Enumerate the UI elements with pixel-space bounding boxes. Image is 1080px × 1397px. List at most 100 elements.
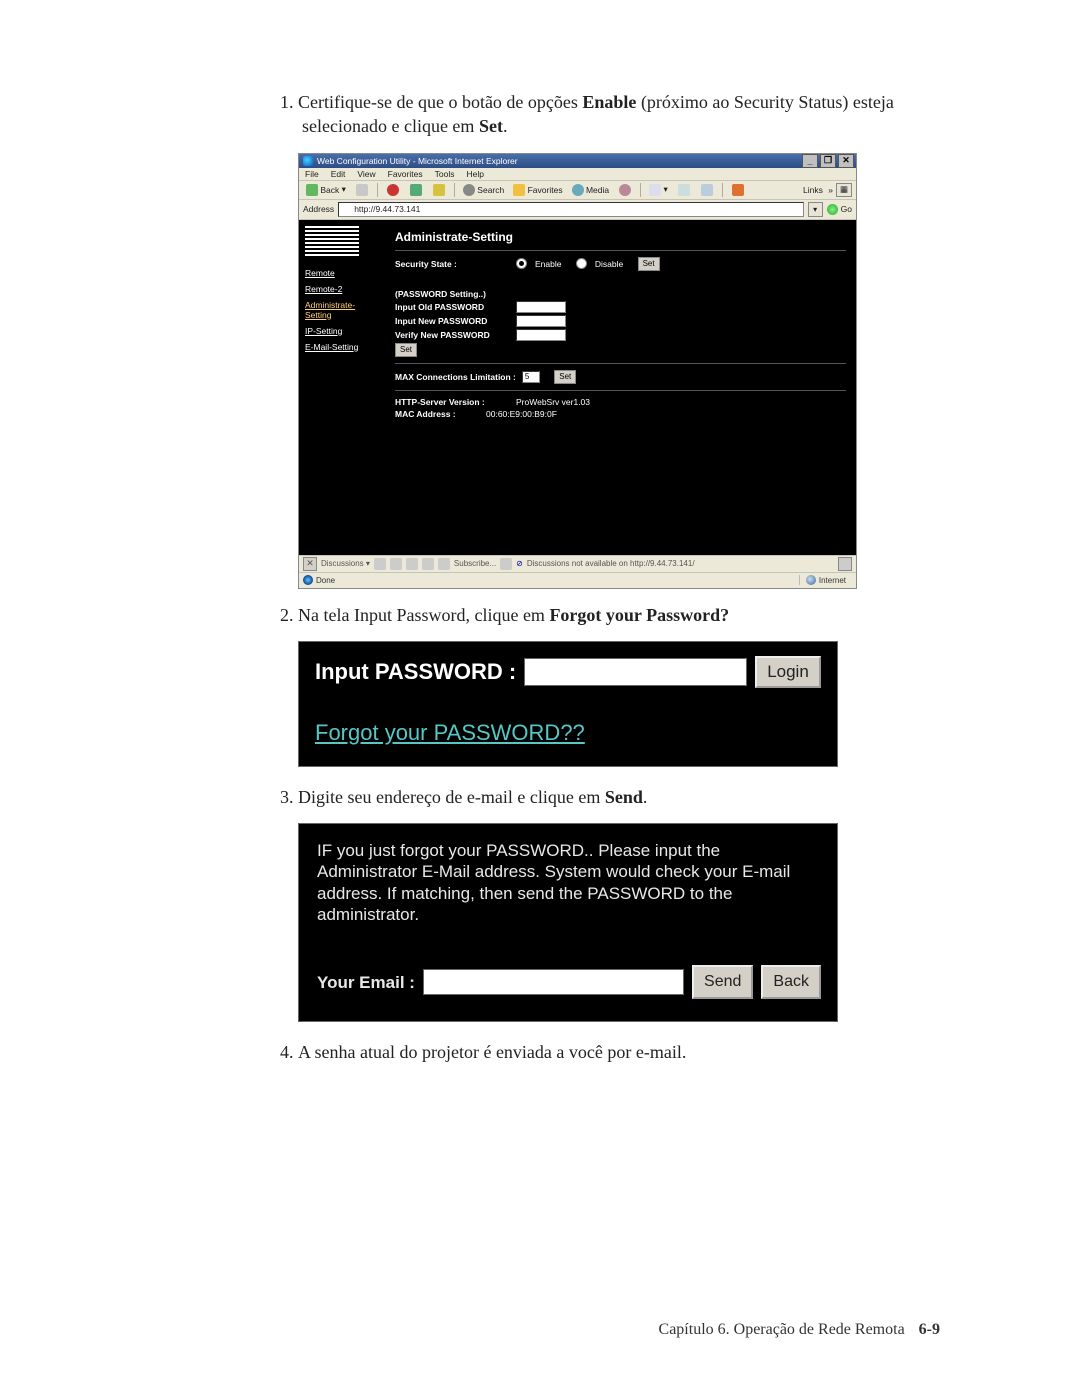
forgot-message: IF you just forgot your PASSWORD.. Pleas… — [317, 840, 821, 925]
security-enable-radio[interactable] — [516, 258, 527, 269]
input-password-label: Input PASSWORD : — [315, 659, 516, 685]
ie-status-bar: Done Internet — [299, 572, 856, 588]
password-set-button[interactable]: Set — [395, 343, 417, 357]
ie-discussion-bar: ✕ Discussions ▾ Subscribe... ⊘ Discussio… — [299, 555, 856, 572]
step-4: 4. A senha atual do projetor é enviada a… — [280, 1040, 940, 1064]
forward-button[interactable] — [352, 183, 372, 197]
links-dropdown[interactable]: ▦ — [836, 183, 852, 197]
max-conn-set-button[interactable]: Set — [554, 370, 576, 384]
address-label: Address — [303, 204, 334, 214]
edit-button[interactable] — [697, 183, 717, 197]
verify-password-label: Verify New PASSWORD — [395, 330, 510, 340]
verify-password-input[interactable] — [516, 329, 566, 341]
back-button[interactable]: Back — [761, 965, 821, 999]
screenshot-ie-window: Web Configuration Utility - Microsoft In… — [298, 153, 857, 589]
forward-icon — [356, 184, 368, 196]
login-button[interactable]: Login — [755, 656, 821, 688]
discuss-icon-6[interactable] — [500, 558, 512, 570]
email-input[interactable] — [423, 969, 684, 995]
go-button[interactable]: Go — [827, 204, 852, 215]
max-conn-label: MAX Connections Limitation : — [395, 372, 516, 382]
subscribe-link[interactable]: Subscribe... — [454, 559, 496, 568]
step-1: 1. Certifique-se de que o botão de opçõe… — [280, 90, 940, 139]
old-password-input[interactable] — [516, 301, 566, 313]
ie-logo-icon — [303, 156, 313, 166]
stop-icon — [387, 184, 399, 196]
menu-favorites[interactable]: Favorites — [388, 169, 423, 179]
search-icon — [463, 184, 475, 196]
sidebar-item-remote-2[interactable]: Remote-2 — [305, 284, 379, 294]
close-button[interactable]: ✕ — [838, 154, 854, 168]
discussions-menu[interactable]: Discussions ▾ — [321, 559, 370, 568]
menu-tools[interactable]: Tools — [435, 169, 455, 179]
password-input[interactable] — [524, 658, 747, 686]
stop-button[interactable] — [383, 183, 403, 197]
chapter-label: Capítulo 6. Operação de Rede Remota — [659, 1321, 905, 1338]
menu-edit[interactable]: Edit — [331, 169, 346, 179]
divider — [395, 390, 846, 391]
step-3-bold: Send — [605, 787, 643, 807]
step-3: 3. Digite seu endereço de e-mail e cliqu… — [280, 785, 940, 809]
sidebar-item-administrate-setting[interactable]: Administrate-Setting — [305, 300, 379, 320]
sidebar-item-remote[interactable]: Remote — [305, 268, 379, 278]
discuss-icon-3[interactable] — [406, 558, 418, 570]
minimize-button[interactable]: _ — [802, 154, 818, 168]
max-conn-input[interactable]: 5 — [522, 371, 540, 383]
discuss-icon-2[interactable] — [390, 558, 402, 570]
http-version-label: HTTP-Server Version : — [395, 397, 510, 407]
favorites-icon — [513, 184, 525, 196]
back-button[interactable]: Back ▾ — [303, 183, 349, 197]
security-state-label: Security State : — [395, 259, 510, 269]
discuss-icon-1[interactable] — [374, 558, 386, 570]
step-2-text: Na tela Input Password, clique em — [298, 605, 549, 625]
sidebar-item-ip-setting[interactable]: IP-Setting — [305, 326, 379, 336]
home-icon — [433, 184, 445, 196]
refresh-button[interactable] — [406, 183, 426, 197]
sidebar-item-e-mail-setting[interactable]: E-Mail-Setting — [305, 342, 379, 352]
search-button[interactable]: Search — [460, 183, 507, 197]
maximize-button[interactable]: ❐ — [820, 154, 836, 168]
history-icon — [619, 184, 631, 196]
password-setting-label: (PASSWORD Setting..) — [395, 289, 510, 299]
step-1-bold-enable: Enable — [582, 92, 636, 112]
step-4-text: A senha atual do projetor é enviada a vo… — [298, 1042, 686, 1062]
ie-titlebar: Web Configuration Utility - Microsoft In… — [299, 154, 856, 168]
menu-help[interactable]: Help — [466, 169, 483, 179]
discussions-unavailable: Discussions not available on http://9.44… — [527, 559, 695, 568]
messenger-button[interactable] — [728, 183, 748, 197]
discuss-icon-4[interactable] — [422, 558, 434, 570]
step-1-text-a: Certifique-se de que o botão de opções — [298, 92, 582, 112]
forgot-password-link[interactable]: Forgot your PASSWORD?? — [315, 720, 585, 746]
menu-view[interactable]: View — [357, 169, 375, 179]
ie-title-text: Web Configuration Utility - Microsoft In… — [317, 156, 518, 166]
step-2: 2. Na tela Input Password, clique em For… — [280, 603, 940, 627]
mail-button[interactable]: ▾ — [646, 183, 671, 197]
security-zone: Internet — [799, 575, 852, 585]
address-dropdown[interactable]: ▾ — [808, 202, 823, 217]
go-icon — [827, 204, 838, 215]
menu-file[interactable]: File — [305, 169, 319, 179]
new-password-label: Input New PASSWORD — [395, 316, 510, 326]
discussion-close-button[interactable]: ✕ — [303, 557, 317, 571]
discuss-icon-5[interactable] — [438, 558, 450, 570]
old-password-label: Input Old PASSWORD — [395, 302, 510, 312]
new-password-input[interactable] — [516, 315, 566, 327]
ie-page-icon — [342, 205, 351, 214]
divider — [395, 363, 846, 364]
discussion-options-button[interactable] — [838, 557, 852, 571]
home-button[interactable] — [429, 183, 449, 197]
favorites-button[interactable]: Favorites — [510, 183, 565, 197]
media-button[interactable]: Media — [569, 183, 613, 197]
address-input[interactable]: http://9.44.73.141 — [338, 202, 803, 217]
print-icon — [678, 184, 690, 196]
history-button[interactable] — [615, 183, 635, 197]
security-disable-radio[interactable] — [576, 258, 587, 269]
page-footer: Capítulo 6. Operação de Rede Remota 6-9 — [659, 1321, 940, 1339]
send-button[interactable]: Send — [692, 965, 753, 999]
print-button[interactable] — [674, 183, 694, 197]
ie-status-icon — [303, 575, 313, 585]
security-set-button[interactable]: Set — [638, 257, 660, 271]
ie-sidebar: Remote Remote-2 Administrate-Setting IP-… — [299, 220, 385, 555]
step-1-text-c: . — [503, 116, 508, 136]
ie-menubar: File Edit View Favorites Tools Help — [299, 168, 856, 181]
